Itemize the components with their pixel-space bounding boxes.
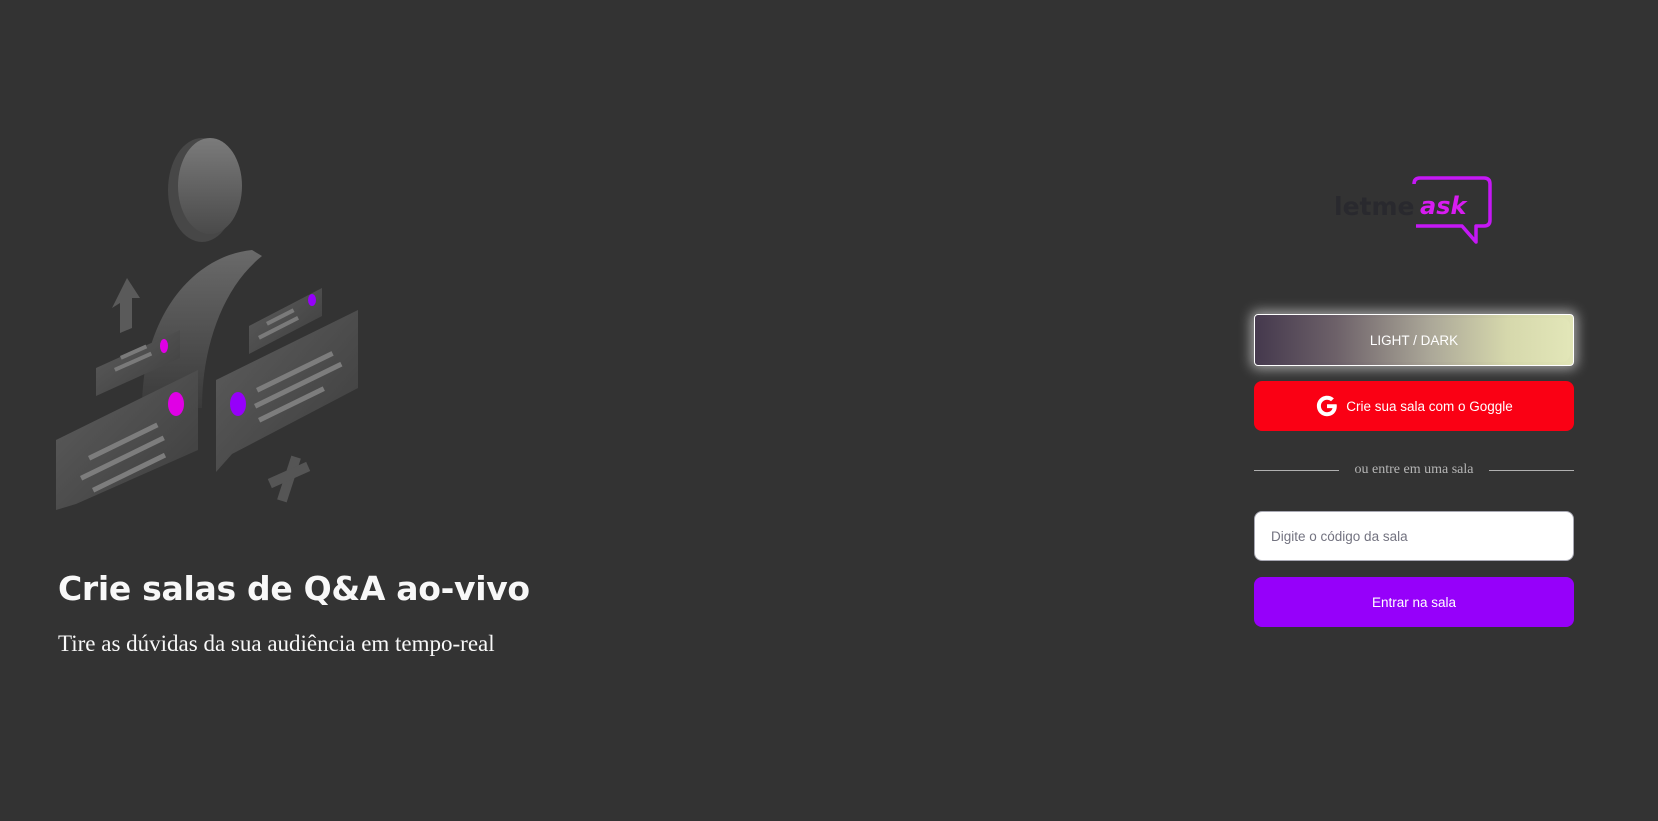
logo-text-letme: letme — [1334, 192, 1414, 221]
separator-line-left — [1254, 469, 1339, 471]
room-code-input[interactable] — [1254, 511, 1574, 561]
theme-toggle-label: LIGHT / DARK — [1369, 332, 1459, 348]
q-and-a-illustration — [56, 138, 358, 510]
enter-button-label: Entrar na sala — [1371, 594, 1457, 610]
hero-title: Crie salas de Q&A ao-vivo — [58, 569, 530, 608]
separator: ou entre em uma sala — [1254, 460, 1575, 480]
separator-label: ou entre em uma sala — [1354, 462, 1474, 477]
theme-toggle-button[interactable]: LIGHT / DARK — [1254, 314, 1574, 366]
logo-text-ask: ask — [1420, 192, 1468, 220]
auth-panel: letme ask LIGHT / DARK Crie sua sala com… — [1254, 0, 1575, 821]
separator-line-right — [1489, 469, 1575, 471]
hero-aside: Crie salas de Q&A ao-vivo Tire as dúvida… — [0, 0, 620, 821]
google-button-label: Crie sua sala com o Goggle — [1346, 398, 1513, 414]
letmeask-logo: letme ask — [1334, 176, 1492, 244]
enter-room-button[interactable]: Entrar na sala — [1254, 577, 1574, 627]
google-icon — [1317, 395, 1338, 417]
create-room-google-button[interactable]: Crie sua sala com o Goggle — [1254, 381, 1574, 431]
hero-subtitle: Tire as dúvidas da sua audiência em temp… — [58, 631, 495, 656]
landing-page: Crie salas de Q&A ao-vivo Tire as dúvida… — [0, 0, 1658, 821]
